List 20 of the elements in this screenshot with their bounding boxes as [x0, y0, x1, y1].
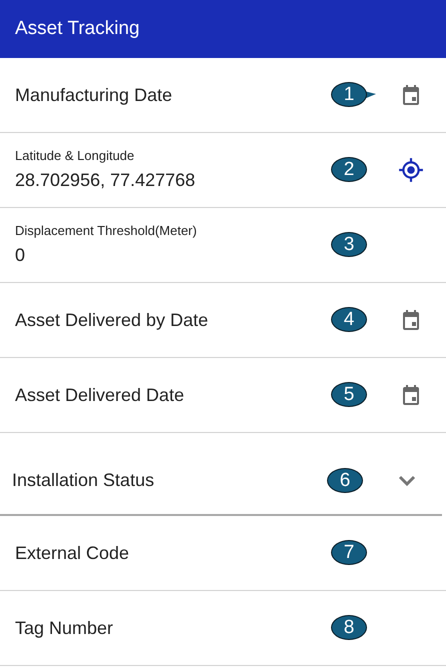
field-label: Latitude & Longitude	[15, 146, 136, 165]
field-label: Installation Status	[12, 469, 156, 492]
callout-badge: 2	[331, 157, 367, 182]
field-label: Asset Delivered Date	[15, 384, 186, 406]
field-label: Manufacturing Date	[15, 84, 174, 107]
field-label: Displacement Threshold(Meter)	[15, 222, 198, 240]
chevron-down-icon[interactable]	[398, 474, 416, 486]
field-value: 28.702956, 77.427768	[15, 169, 196, 192]
field-label: External Code	[15, 542, 130, 564]
callout-badge: 6	[327, 468, 363, 492]
app-title: Asset Tracking	[15, 16, 140, 41]
callout-badge: 5	[331, 382, 367, 407]
callout-badge: 8	[331, 615, 367, 640]
field-label: Tag Number	[15, 616, 114, 640]
callout-badge: 3	[331, 232, 367, 257]
field-label: Asset Delivered by Date	[15, 308, 210, 332]
callout-badge: 7	[331, 540, 367, 565]
callout-badge: 4	[331, 307, 367, 332]
location-target-icon[interactable]	[398, 157, 424, 183]
field-value: 0	[15, 244, 26, 268]
